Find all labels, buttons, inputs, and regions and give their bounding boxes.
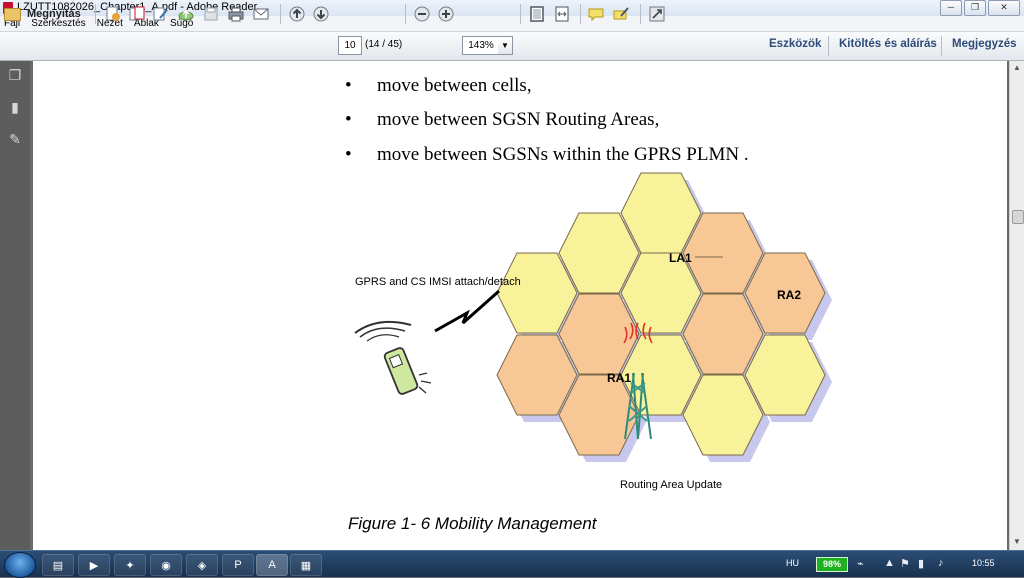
volume-icon[interactable]: ♪ (938, 557, 944, 569)
edit-button[interactable] (152, 4, 170, 24)
taskbar: ▤ ▶ ✦ ◉ ◈ P A ▦ HU 98% ⌁ ▲ ⚑ ▮ ♪ 10:55 (0, 550, 1024, 578)
ra1-label: RA1 (607, 371, 631, 385)
lightning-bolt-icon (434, 289, 500, 333)
chevron-down-icon: ▼ (501, 41, 509, 50)
toolbar-separator (941, 36, 942, 56)
open-label: Megnyitás (27, 8, 81, 20)
fit-width-button[interactable] (553, 4, 571, 24)
comment-link[interactable]: Megjegyzés (952, 38, 1017, 50)
action-center-icon[interactable]: ⚑ (900, 557, 910, 570)
fill-sign-link[interactable]: Kitöltés és aláírás (839, 38, 937, 50)
edit-pencil-icon (153, 7, 168, 21)
toolbar-separator (640, 4, 641, 24)
close-button[interactable]: ✕ (988, 0, 1020, 16)
media-player-icon[interactable]: ▶ (78, 554, 110, 576)
tools-link[interactable]: Eszközök (769, 38, 821, 50)
highlighter-icon (613, 7, 629, 20)
scrollbar-thumb[interactable] (1012, 210, 1024, 224)
open-button[interactable]: Megnyitás (4, 4, 88, 24)
print-button[interactable] (227, 4, 245, 24)
minimize-button[interactable]: ─ (940, 0, 962, 16)
scroll-up-icon[interactable]: ▲ (1012, 63, 1022, 73)
scroll-down-icon[interactable]: ▼ (1012, 537, 1022, 547)
fit-width-icon (555, 6, 569, 22)
expand-arrows-icon (649, 6, 665, 22)
speech-bubble-icon (588, 8, 604, 22)
figure-caption: Figure 1- 6 Mobility Management (348, 514, 598, 533)
document-page: • move between cells, • move between SGS… (33, 61, 1007, 550)
zoom-level-input[interactable]: 143% (462, 36, 500, 55)
vpn-icon[interactable]: ◈ (186, 554, 218, 576)
arrow-up-circle-icon (289, 6, 305, 22)
clock[interactable]: 10:55 (972, 558, 995, 568)
combine-files-icon (129, 6, 145, 21)
fit-page-button[interactable] (528, 4, 546, 24)
page-thumbnails-icon[interactable]: ❐ (7, 67, 23, 85)
paperclip-icon[interactable]: ✎ (7, 131, 23, 149)
toolbar-separator (405, 4, 406, 24)
highlight-button[interactable] (612, 4, 630, 24)
fullscreen-button[interactable] (648, 4, 666, 24)
next-page-button[interactable] (312, 4, 330, 24)
restore-button[interactable]: ❐ (964, 0, 986, 16)
folder-icon (4, 7, 21, 21)
save-icon (204, 7, 218, 21)
zoom-out-minus-icon (414, 6, 430, 22)
hex-cells (496, 172, 826, 456)
zoom-dropdown-button[interactable]: ▼ (498, 36, 513, 55)
app-icon[interactable]: ✦ (114, 554, 146, 576)
start-button[interactable] (4, 552, 36, 578)
toolbar-separator (95, 4, 96, 24)
adobe-reader-icon[interactable]: A (256, 554, 288, 576)
power-plug-icon[interactable]: ⌁ (857, 557, 864, 570)
vertical-scrollbar[interactable]: ▲ ▼ (1009, 61, 1024, 550)
create-pdf-button[interactable] (104, 4, 122, 24)
combine-button[interactable] (128, 4, 146, 24)
window-controls: ─ ❐ ✕ (938, 0, 1020, 16)
zoom-in-plus-icon (438, 6, 454, 22)
battery-indicator[interactable]: 98% (816, 557, 848, 572)
mobile-phone-icon (354, 320, 432, 395)
notepad-icon[interactable]: ▦ (290, 554, 322, 576)
zoom-out-button[interactable] (413, 4, 431, 24)
comment-button[interactable] (587, 4, 605, 24)
page-count-label: (14 / 45) (365, 39, 403, 50)
toolbar-separator (580, 4, 581, 24)
save-button[interactable] (202, 4, 220, 24)
show-hidden-icons-icon[interactable]: ▲ (884, 557, 895, 569)
upload-button[interactable] (177, 4, 195, 24)
envelope-icon (253, 8, 269, 20)
fit-page-icon (530, 6, 544, 22)
email-button[interactable] (252, 4, 270, 24)
routing-area-update-label: Routing Area Update (620, 479, 722, 491)
bookmark-icon[interactable]: ▮ (7, 99, 23, 117)
create-pdf-icon (106, 6, 120, 21)
chrome-icon[interactable]: ◉ (150, 554, 182, 576)
navigation-panel: ❐ ▮ ✎ (0, 61, 30, 550)
mobility-management-figure: GPRS and CS IMSI attach/detach LA1 RA1 R… (348, 172, 832, 533)
explorer-icon[interactable]: ▤ (42, 554, 74, 576)
cloud-upload-icon (178, 9, 194, 21)
printer-icon (228, 7, 244, 22)
arrow-down-circle-icon (313, 6, 329, 22)
previous-page-button[interactable] (288, 4, 306, 24)
network-signal-icon[interactable]: ▮ (918, 557, 924, 570)
language-indicator[interactable]: HU (786, 558, 799, 568)
page-number-input[interactable]: 10 (338, 36, 362, 55)
ra2-label: RA2 (777, 288, 801, 302)
toolbar-separator (280, 4, 281, 24)
toolbar-separator (520, 4, 521, 24)
powerpoint-icon[interactable]: P (222, 554, 254, 576)
zoom-in-button[interactable] (437, 4, 455, 24)
toolbar-separator (828, 36, 829, 56)
la1-label: LA1 (669, 251, 692, 265)
attach-detach-label: GPRS and CS IMSI attach/detach (355, 276, 521, 288)
